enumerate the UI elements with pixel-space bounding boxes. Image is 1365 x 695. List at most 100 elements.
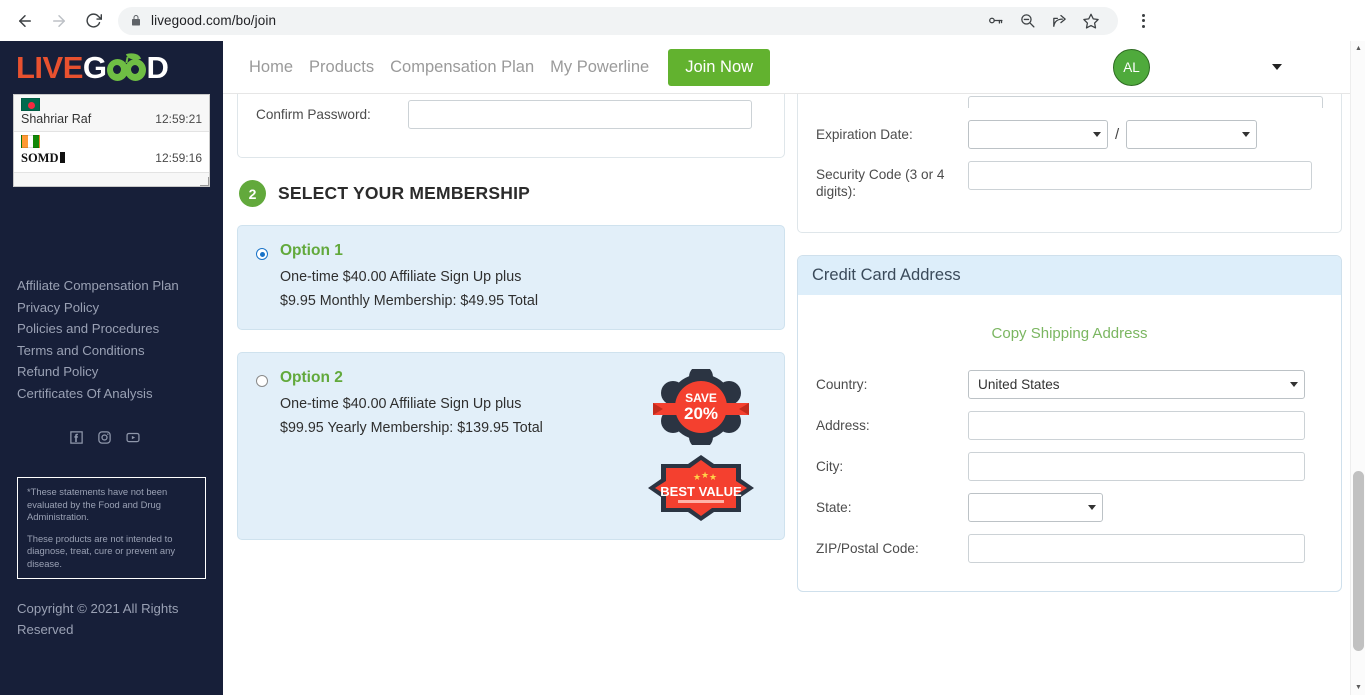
chevron-down-icon [1088, 505, 1096, 510]
address-row: Address: [798, 405, 1341, 446]
membership-step-header: 2 SELECT YOUR MEMBERSHIP [239, 180, 785, 207]
state-row: State: [798, 487, 1341, 528]
scrollbar-thumb[interactable] [1353, 471, 1364, 651]
fda-disclaimer: *These statements have not been evaluate… [17, 477, 206, 579]
sidebar-link-refund-policy[interactable]: Refund Policy [17, 361, 223, 383]
card-number-input[interactable] [968, 96, 1323, 108]
copy-shipping-address-link[interactable]: Copy Shipping Address [798, 309, 1341, 364]
city-row: City: [798, 446, 1341, 487]
url-text: livegood.com/bo/join [151, 13, 277, 28]
expiration-separator: / [1115, 126, 1120, 143]
option-1-radio[interactable] [256, 248, 268, 260]
star-icon[interactable] [1076, 6, 1106, 36]
svg-text:SAVE: SAVE [685, 391, 717, 405]
credit-card-address-heading: Credit Card Address [798, 256, 1341, 295]
copyright-text: Copyright © 2021 All Rights Reserved [17, 601, 179, 637]
forward-button[interactable] [44, 6, 74, 36]
card-number-row [798, 94, 1341, 114]
feed-item-time: 12:59:21 [155, 112, 202, 126]
expiration-month-select[interactable] [968, 120, 1108, 149]
sidebar-link-certificates-of-analysis[interactable]: Certificates Of Analysis [17, 383, 223, 405]
nav-item-products[interactable]: Products [301, 58, 382, 77]
credit-card-panel: Expiration Date: / Security Code (3 or 4… [797, 94, 1342, 233]
option-2-radio[interactable] [256, 375, 268, 387]
youtube-icon[interactable] [125, 430, 141, 445]
feed-item-name: SOMD [21, 151, 59, 165]
svg-text:★: ★ [701, 470, 709, 480]
step-number-badge: 2 [239, 180, 266, 207]
live-signup-feed[interactable]: Shahriar Raf 12:59:21 SOMD 12:59:16 [13, 94, 210, 187]
zip-input[interactable] [968, 534, 1305, 563]
logo-text-live: LIVE [16, 50, 83, 85]
avatar[interactable]: AL [1113, 48, 1150, 86]
country-row: Country: United States [798, 364, 1341, 405]
scroll-up-arrow[interactable]: ▲ [1351, 41, 1365, 56]
svg-text:★: ★ [693, 472, 701, 482]
option-1-line-2: $9.95 Monthly Membership: $49.95 Total [280, 293, 539, 309]
share-icon[interactable] [1044, 6, 1074, 36]
scroll-down-arrow[interactable]: ▼ [1351, 680, 1365, 695]
kebab-menu-icon[interactable] [1128, 6, 1158, 36]
feed-resize-handle[interactable] [200, 177, 209, 186]
disclaimer-line-1: *These statements have not been evaluate… [27, 486, 168, 522]
address-label: Address: [816, 418, 870, 433]
logo-text-g: G [82, 50, 107, 85]
sidebar-link-policies-and-procedures[interactable]: Policies and Procedures [17, 318, 223, 340]
confirm-password-row: Confirm Password: [238, 94, 784, 135]
svg-text:20%: 20% [684, 404, 718, 423]
back-button[interactable] [10, 6, 40, 36]
expiration-date-label: Expiration Date: [816, 127, 913, 142]
nav-item-my-powerline[interactable]: My Powerline [542, 58, 657, 77]
state-label: State: [816, 500, 852, 515]
site-logo[interactable]: LIVE G D [0, 41, 223, 94]
india-flag-icon [21, 135, 40, 148]
page-scrollbar[interactable]: ▲ ▼ [1350, 41, 1365, 695]
address-bar[interactable]: livegood.com/bo/join [118, 6, 1118, 36]
typing-caret [59, 152, 65, 163]
feed-item: SOMD 12:59:16 [14, 132, 209, 173]
membership-option-1[interactable]: Option 1 One-time $40.00 Affiliate Sign … [237, 225, 785, 330]
right-column: Expiration Date: / Security Code (3 or 4… [797, 94, 1342, 592]
address-input[interactable] [968, 411, 1305, 440]
facebook-icon[interactable] [69, 430, 84, 445]
chevron-down-icon[interactable] [1272, 64, 1282, 70]
expiration-date-row: Expiration Date: / [798, 114, 1341, 155]
disclaimer-line-2: These products are not intended to diagn… [27, 532, 176, 569]
join-now-button[interactable]: Join Now [668, 48, 771, 86]
confirm-password-input[interactable] [408, 100, 752, 129]
feed-item-name: Shahriar Raf [21, 112, 92, 126]
sidebar-link-terms-and-conditions[interactable]: Terms and Conditions [17, 340, 223, 362]
key-icon[interactable] [980, 6, 1010, 36]
chevron-down-icon [1093, 132, 1101, 137]
sidebar-link-affiliate-compensation-plan[interactable]: Affiliate Compensation Plan [17, 275, 223, 297]
option-1-title: Option 1 [280, 242, 343, 259]
city-input[interactable] [968, 452, 1305, 481]
sidebar-link-privacy-policy[interactable]: Privacy Policy [17, 297, 223, 319]
option-2-line-1: One-time $40.00 Affiliate Sign Up plus [280, 396, 522, 412]
save-20-percent-badge-icon: SAVE 20% [653, 369, 749, 445]
bangladesh-flag-icon [21, 98, 40, 111]
security-code-input[interactable] [968, 161, 1312, 190]
reload-button[interactable] [78, 6, 108, 36]
chevron-down-icon [1290, 382, 1298, 387]
membership-option-2[interactable]: Option 2 One-time $40.00 Affiliate Sign … [237, 352, 785, 540]
logo-text-d: D [146, 50, 169, 85]
zoom-out-icon[interactable] [1012, 6, 1042, 36]
country-label: Country: [816, 377, 868, 392]
page-viewport: LIVE G D Shahriar Raf 12:59:21 SOMD 12:59:… [0, 41, 1365, 695]
credit-card-address-card: Credit Card Address Copy Shipping Addres… [797, 255, 1342, 592]
nav-item-compensation-plan[interactable]: Compensation Plan [382, 58, 542, 77]
expiration-year-select[interactable] [1126, 120, 1258, 149]
feed-item: Shahriar Raf 12:59:21 [14, 95, 209, 132]
country-select[interactable]: United States [968, 370, 1305, 399]
omnibox-actions [980, 6, 1106, 36]
top-navigation: Home Products Compensation Plan My Power… [223, 41, 1352, 94]
credit-card-address-body: Copy Shipping Address Country: United St… [798, 295, 1341, 591]
instagram-icon[interactable] [97, 430, 112, 445]
main-content: Confirm Password: 2 SELECT YOUR MEMBERSH… [223, 94, 1365, 695]
nav-item-home[interactable]: Home [241, 58, 301, 77]
chevron-down-icon [1242, 132, 1251, 137]
state-select[interactable] [968, 493, 1103, 522]
option-1-line-1: One-time $40.00 Affiliate Sign Up plus [280, 269, 522, 285]
lock-icon [130, 14, 142, 27]
